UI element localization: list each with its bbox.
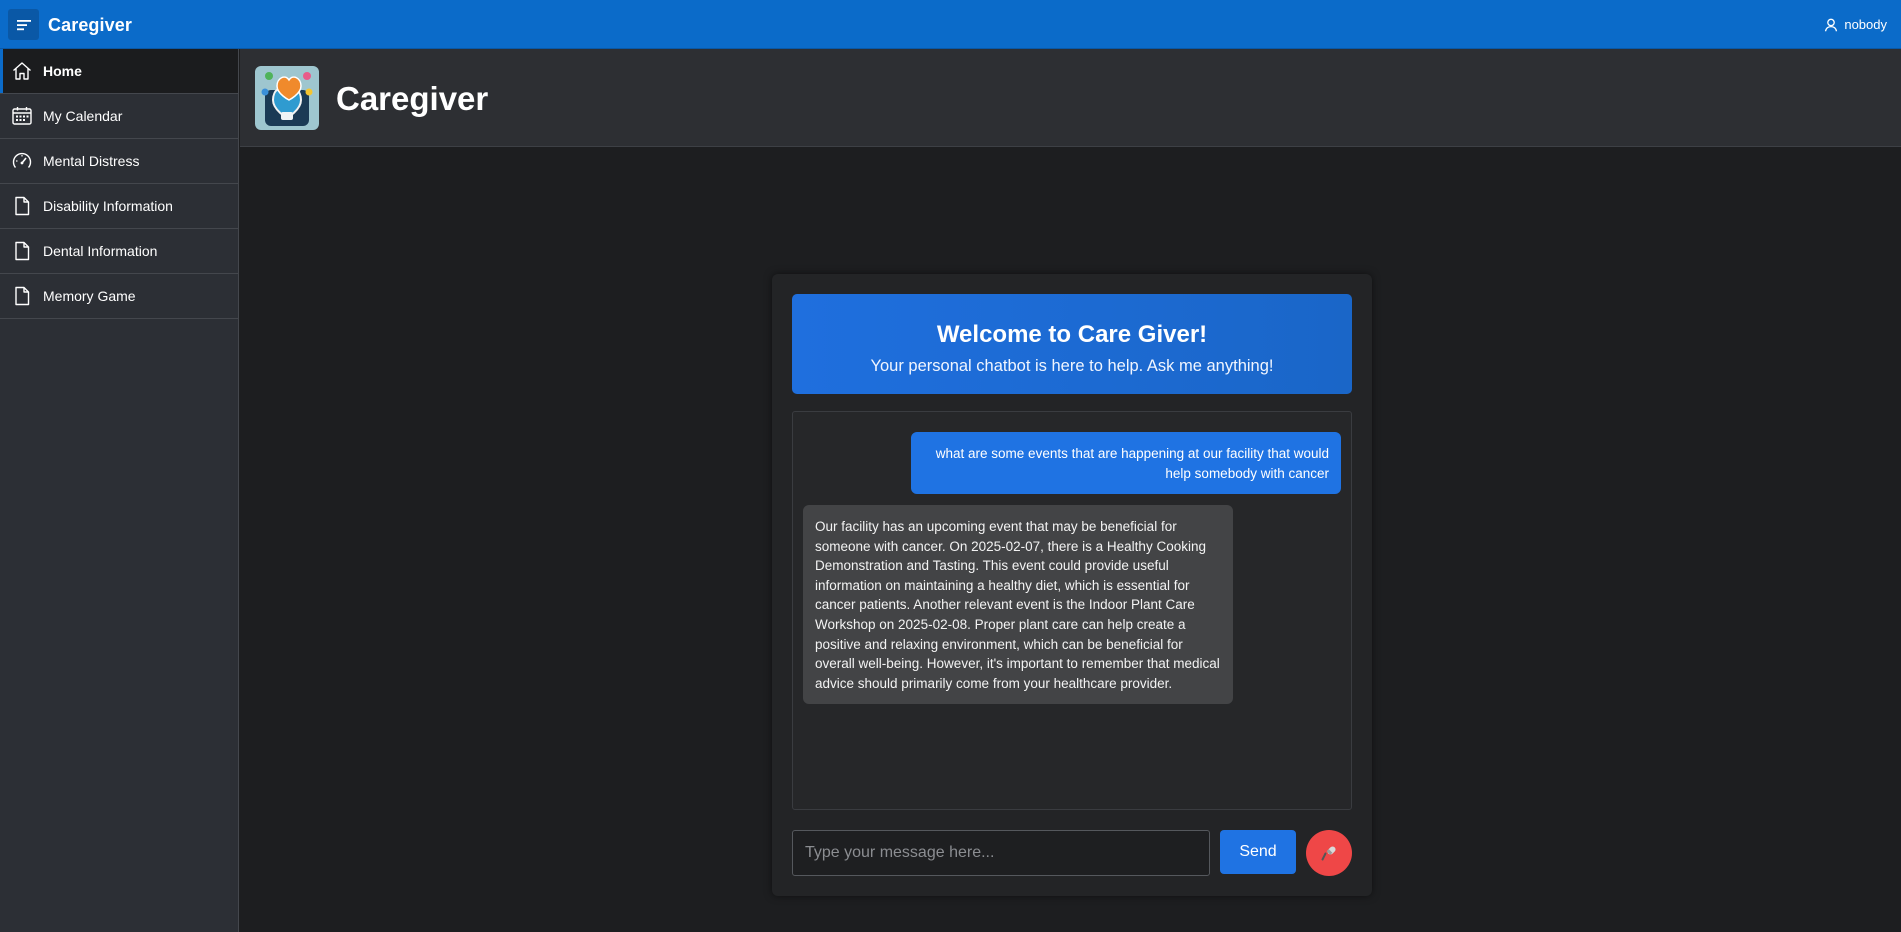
message-list[interactable]: what are some events that are happening …	[792, 411, 1352, 810]
sidebar-item-label: Dental Information	[43, 243, 158, 259]
sidebar-item-home[interactable]: Home	[0, 49, 238, 94]
sidebar-item-label: Memory Game	[43, 288, 136, 304]
microphone-button[interactable]	[1306, 830, 1352, 876]
sidebar-item-disability-information[interactable]: Disability Information	[0, 184, 238, 229]
sidebar-item-label: Home	[43, 63, 82, 79]
chatbot-panel: Welcome to Care Giver! Your personal cha…	[772, 274, 1372, 896]
calendar-icon	[11, 105, 33, 127]
page-header: Caregiver	[240, 49, 1901, 147]
user-message: what are some events that are happening …	[911, 432, 1341, 494]
send-button[interactable]: Send	[1220, 830, 1296, 874]
home-icon	[11, 60, 33, 82]
user-icon	[1825, 18, 1838, 31]
app-logo	[255, 66, 319, 130]
microphone-icon	[1321, 846, 1336, 861]
welcome-title: Welcome to Care Giver!	[936, 321, 1208, 348]
welcome-banner: Welcome to Care Giver! Your personal cha…	[792, 294, 1352, 394]
sidebar-item-label: Disability Information	[43, 198, 173, 214]
document-icon	[11, 285, 33, 307]
sidebar-item-label: Mental Distress	[43, 153, 140, 169]
user-menu[interactable]: nobody	[1824, 0, 1887, 49]
hamburger-icon	[16, 19, 31, 30]
sidebar-item-dental-information[interactable]: Dental Information	[0, 229, 238, 274]
sidebar-item-my-calendar[interactable]: My Calendar	[0, 94, 238, 139]
message-input-row: Send	[792, 830, 1352, 876]
gauge-icon	[11, 150, 33, 172]
welcome-subtitle: Your personal chatbot is here to help. A…	[870, 357, 1274, 375]
sidebar-item-label: My Calendar	[43, 108, 123, 124]
document-icon	[11, 240, 33, 262]
document-icon	[11, 195, 33, 217]
sidebar-item-mental-distress[interactable]: Mental Distress	[0, 139, 238, 184]
bot-message: Our facility has an upcoming event that …	[803, 505, 1233, 705]
username-label: nobody	[1844, 17, 1887, 32]
page-title: Caregiver	[336, 80, 489, 117]
sidebar-item-memory-game[interactable]: Memory Game	[0, 274, 238, 319]
menu-toggle-button[interactable]	[8, 9, 39, 40]
message-input[interactable]	[792, 830, 1210, 876]
top-navigation-bar: Caregiver nobody	[0, 0, 1901, 49]
sidebar-navigation: Home My Calendar Mental Distress Disabil…	[0, 49, 239, 932]
app-title[interactable]: Caregiver	[48, 0, 132, 49]
